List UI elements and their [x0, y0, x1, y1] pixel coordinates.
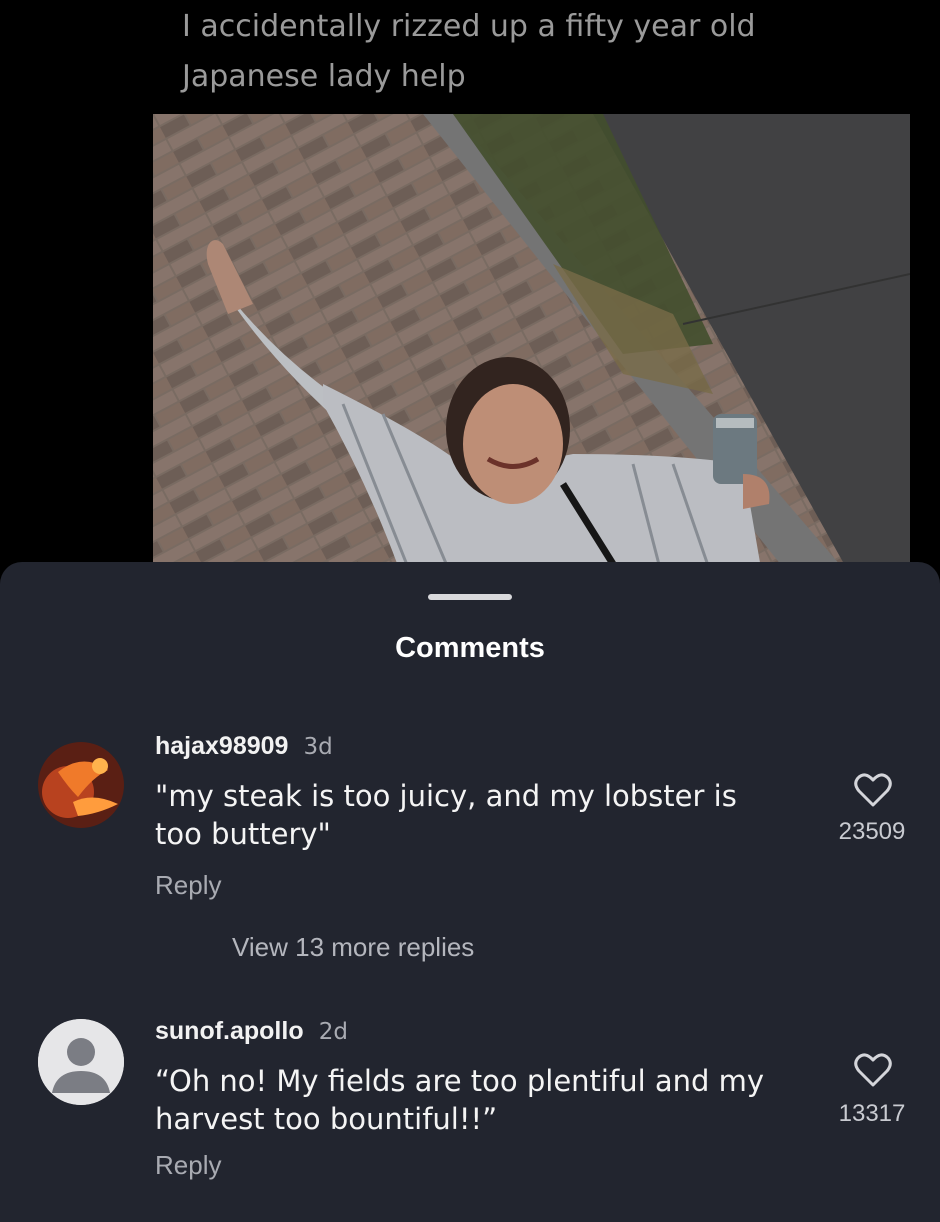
- avatar[interactable]: [38, 742, 124, 828]
- view-more-replies-button[interactable]: View 13 more replies: [232, 932, 474, 963]
- comment-header: hajax98909 3d: [155, 732, 333, 761]
- comment-age: 2d: [318, 1019, 348, 1045]
- orange-abstract-avatar-icon: [38, 742, 124, 828]
- like-count: 13317: [838, 1100, 906, 1127]
- comments-sheet: Comments hajax98909 3d "my steak is too …: [0, 562, 940, 1222]
- comment-header: sunof.apollo 2d: [155, 1017, 348, 1046]
- comment-text-line-1: "my steak is too juicy, and my lobster i…: [155, 779, 737, 813]
- reply-button[interactable]: Reply: [155, 870, 221, 901]
- caption-line-2: Japanese lady help: [182, 59, 466, 94]
- heart-outline-icon[interactable]: [853, 1052, 893, 1088]
- comments-title: Comments: [395, 632, 545, 664]
- default-user-avatar-icon: [38, 1019, 124, 1105]
- caption-line-1: I accidentally rizzed up a fifty year ol…: [182, 9, 756, 44]
- avatar[interactable]: [38, 1019, 124, 1105]
- comment-text-line-2: harvest too bountiful!!”: [155, 1102, 498, 1136]
- like-count: 23509: [838, 818, 906, 845]
- reply-button[interactable]: Reply: [155, 1150, 221, 1181]
- comment-age: 3d: [303, 734, 333, 760]
- comment-text: “Oh no! My fields are too plentiful and …: [155, 1062, 815, 1138]
- drag-handle[interactable]: [428, 594, 512, 600]
- username[interactable]: hajax98909: [155, 732, 288, 760]
- heart-outline-icon[interactable]: [853, 772, 893, 808]
- comment-text-line-2: too buttery": [155, 817, 331, 851]
- post-caption: I accidentally rizzed up a fifty year ol…: [182, 2, 882, 102]
- username[interactable]: sunof.apollo: [155, 1017, 304, 1045]
- post-photo[interactable]: [153, 114, 910, 580]
- comment-text: "my steak is too juicy, and my lobster i…: [155, 777, 815, 853]
- post-area: I accidentally rizzed up a fifty year ol…: [0, 0, 940, 580]
- comment-text-line-1: “Oh no! My fields are too plentiful and …: [155, 1064, 765, 1098]
